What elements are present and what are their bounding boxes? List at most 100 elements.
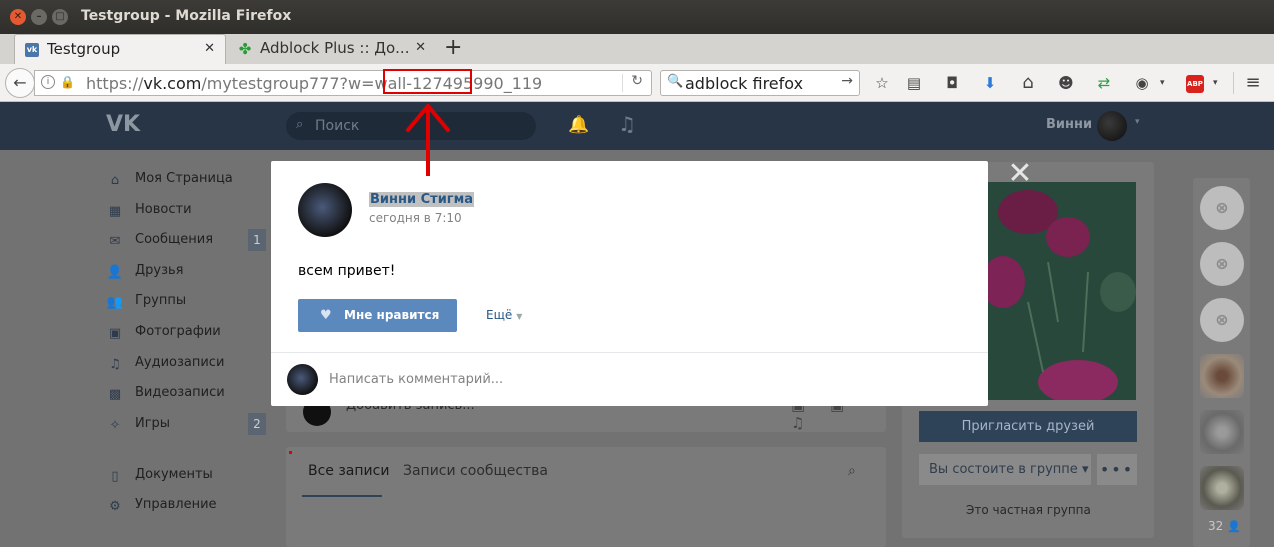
membership-dropdown[interactable]: Вы состоите в группе ▾ [919,454,1091,485]
tab-bar: vk Testgroup ✕ ✤ Adblock Plus :: До... ✕… [0,34,1274,64]
home-icon: ⌂ [110,173,120,188]
video-icon: ▩ [108,387,122,402]
friends-count-value: 32 [1208,519,1224,533]
home-icon[interactable]: ⌂ [1018,73,1038,93]
music-icon[interactable]: ♫ [618,112,636,136]
comment-input[interactable] [329,367,969,391]
reading-list-icon[interactable]: ▤ [904,73,924,93]
bookmark-star-icon[interactable]: ☆ [872,73,892,93]
search-bar[interactable]: 🔍 → [660,70,860,96]
sidebar-item-manage[interactable]: ⚙ Управление [106,494,266,524]
bell-icon[interactable]: 🔔 [568,115,589,135]
vk-logo[interactable]: VK [106,112,142,140]
post-modal: Винни Стигма сегодня в 7:10 всем привет!… [271,161,988,406]
reload-icon[interactable]: ↻ [631,73,643,89]
flowers-image [988,182,1136,400]
info-icon[interactable]: i [41,75,55,89]
tab-all-posts[interactable]: Все записи [308,463,389,479]
sidebar-item-label: Группы [135,293,187,308]
post-timestamp[interactable]: сегодня в 7:10 [369,211,462,225]
post-author[interactable]: Винни Стигма [369,192,474,207]
friend-avatar[interactable]: ⊗ [1200,298,1244,342]
wall-tabs-card: Все записи Записи сообщества ⌕ [286,447,886,547]
active-tab-underline [302,495,382,497]
chevron-down-icon: ▾ [1081,462,1089,477]
more-dropdown[interactable]: Ещё ▼ [486,308,522,322]
sidebar-item-my-page[interactable]: ⌂ Моя Страница [106,168,266,198]
sidebar-item-friends[interactable]: 👤 Друзья [106,260,266,290]
like-button[interactable]: ♥ Мне нравится [298,299,457,332]
sidebar-item-news[interactable]: ▦ Новости [106,199,266,229]
search-placeholder: Поиск [315,118,360,134]
post-text: всем привет! [298,263,396,279]
new-tab-button[interactable]: + [444,34,462,62]
chevron-down-icon[interactable]: ▾ [1213,73,1218,93]
chevron-down-icon[interactable]: ▾ [1135,117,1140,127]
heart-icon: ♥ [320,308,332,323]
extension-icon[interactable]: ◉ [1132,73,1152,93]
friend-avatar[interactable] [1200,410,1244,454]
sidebar-item-games[interactable]: ✧ Игры 2 [106,413,266,443]
window-titlebar: ✕ – □ Testgroup - Mozilla Firefox [0,0,1274,34]
invite-friends-button[interactable]: Пригласить друзей [919,411,1137,442]
pocket-icon[interactable]: ◘ [942,73,962,93]
manage-icon: ⚙ [109,499,121,514]
count-badge: 2 [248,413,266,435]
friend-avatar[interactable]: ⊗ [1200,242,1244,286]
menu-icon[interactable]: ≡ [1243,73,1263,93]
abp-icon[interactable]: ABP [1186,75,1204,93]
search-input[interactable] [685,73,835,93]
more-actions-button[interactable]: ••• [1097,454,1137,485]
games-icon: ✧ [109,418,121,433]
author-avatar[interactable] [298,183,352,237]
friend-avatar[interactable]: ⊗ [1200,186,1244,230]
tab-close-icon[interactable]: ✕ [204,35,215,63]
tab-close-icon[interactable]: ✕ [415,34,426,62]
groups-icon: 👥 [106,295,124,310]
friend-avatar[interactable] [1200,354,1244,398]
person-icon: 👤 [1227,520,1241,533]
friends-icon: 👤 [106,265,124,280]
url-path: /mytestgroup777?w=wall-127495990_119 [201,74,543,93]
emoji-icon[interactable]: ☻ [1056,73,1076,93]
sidebar-item-audio[interactable]: ♫ Аудиозаписи [106,352,266,382]
back-button[interactable]: ← [5,68,35,98]
tab-adblock-plus[interactable]: ✤ Adblock Plus :: До... ✕ [228,34,436,64]
sidebar-item-label: Фотографии [135,324,221,339]
sidebar-item-label: Новости [135,202,192,217]
sync-arrows-icon[interactable]: ⇄ [1094,73,1114,93]
photos-icon: ▣ [108,326,122,341]
window-close-button[interactable]: ✕ [10,9,26,25]
url-scheme: https:// [86,74,144,93]
sidebar-item-documents[interactable]: ▯ Документы [106,464,266,494]
sidebar-item-messages[interactable]: ✉ Сообщения 1 [106,229,266,259]
tab-testgroup[interactable]: vk Testgroup ✕ [14,34,226,64]
search-icon: 🔍 [667,74,684,89]
vk-favicon-icon: vk [25,43,39,57]
url-bar[interactable]: i 🔒 https://vk.com/mytestgroup777?w=wall… [34,70,652,96]
window-title: Testgroup - Mozilla Firefox [81,8,292,24]
search-icon[interactable]: ⌕ [848,463,856,479]
sidebar-item-photos[interactable]: ▣ Фотографии [106,321,266,351]
avatar[interactable] [1097,111,1127,141]
tab-community-posts[interactable]: Записи сообщества [403,463,548,479]
news-icon: ▦ [108,204,122,219]
annotation-highlight-box [383,69,472,94]
chevron-down-icon[interactable]: ▾ [1160,73,1165,93]
documents-icon: ▯ [111,469,119,484]
group-cover-image[interactable] [988,182,1136,400]
sidebar-item-groups[interactable]: 👥 Группы [106,290,266,320]
window-maximize-button[interactable]: □ [52,9,68,25]
window-minimize-button[interactable]: – [31,9,47,25]
friend-avatar[interactable] [1200,466,1244,510]
url-host: vk.com [143,74,202,93]
avatar [287,364,318,395]
annotation-arrow-icon [406,104,450,176]
url-text[interactable]: https://vk.com/mytestgroup777?w=wall-127… [86,74,542,93]
close-icon[interactable]: ✕ [1006,159,1034,189]
sidebar-item-video[interactable]: ▩ Видеозаписи [106,382,266,412]
membership-label: Вы состоите в группе [929,462,1078,477]
user-name[interactable]: Винни [1046,117,1092,132]
search-go-icon[interactable]: → [841,73,853,89]
downloads-icon[interactable]: ⬇ [980,73,1000,93]
